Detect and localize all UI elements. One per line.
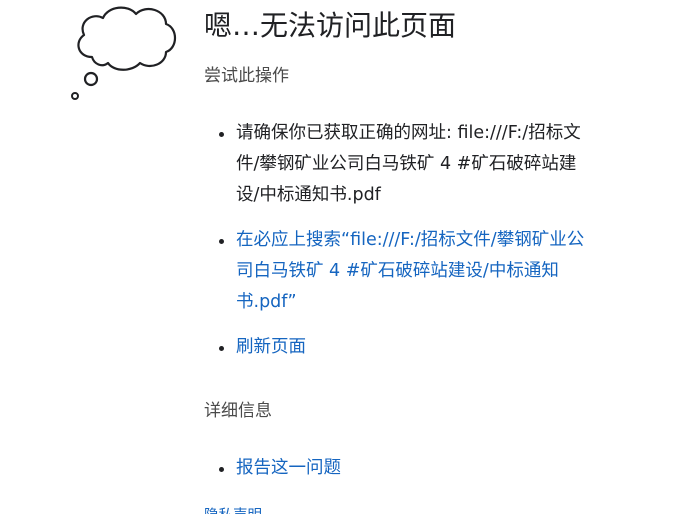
privacy-statement-link[interactable]: 隐私声明 [204,506,624,514]
suggestion-search-bing[interactable]: 在必应上搜索“file:///F:/招标文件/攀钢矿业公司白马铁矿 4 #矿石破… [204,225,596,318]
suggestion-check-url: 请确保你已获取正确的网址: file:///F:/招标文件/攀钢矿业公司白马铁矿… [204,118,596,211]
bullet-icon [219,132,224,137]
thought-bubble-icon [71,6,177,100]
details-report-issue[interactable]: 报告这一问题 [204,453,596,484]
suggestion-refresh[interactable]: 刷新页面 [204,332,596,363]
details-heading: 详细信息 [204,401,272,421]
refresh-link[interactable]: 刷新页面 [236,337,306,357]
suggestion-list: 请确保你已获取正确的网址: file:///F:/招标文件/攀钢矿业公司白马铁矿… [204,118,624,363]
bullet-icon [219,346,224,351]
page-title: 嗯…无法访问此页面 [204,9,457,42]
try-heading: 尝试此操作 [204,66,289,86]
suggestion-check-url-text: 请确保你已获取正确的网址: file:///F:/招标文件/攀钢矿业公司白马铁矿… [236,123,581,205]
error-page: 嗯…无法访问此页面 尝试此操作 请确保你已获取正确的网址: file:///F:… [0,0,678,514]
bullet-icon [219,467,224,472]
details-list: 报告这一问题 [204,453,624,484]
error-content: 嗯…无法访问此页面 尝试此操作 请确保你已获取正确的网址: file:///F:… [204,6,624,514]
report-issue-link[interactable]: 报告这一问题 [236,458,341,478]
search-bing-link[interactable]: 在必应上搜索“file:///F:/招标文件/攀钢矿业公司白马铁矿 4 #矿石破… [236,230,584,312]
bullet-icon [219,239,224,244]
